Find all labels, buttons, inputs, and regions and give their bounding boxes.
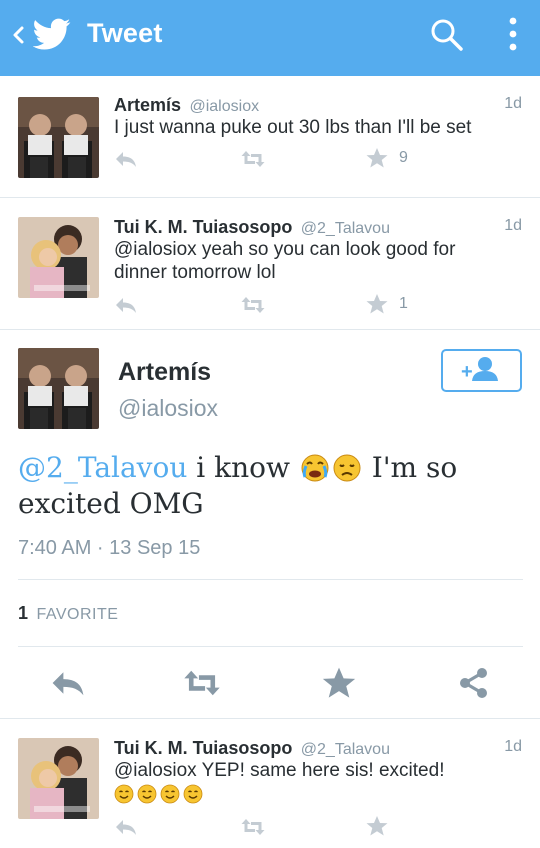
author-handle: @ialosiox (118, 395, 219, 421)
reply-icon[interactable] (113, 294, 139, 316)
tweet-text: @ialosiox YEP! same here sis! excited! (114, 759, 514, 806)
smile-emoji (160, 784, 180, 804)
back-chevron-icon[interactable] (8, 20, 30, 50)
author-handle: @ialosiox (189, 98, 260, 115)
author-handle: @2_Talavou (300, 741, 390, 758)
share-icon[interactable] (454, 666, 494, 700)
author-name: Tui K. M. Tuiasosopo (114, 217, 293, 237)
reply-icon[interactable] (113, 148, 139, 170)
search-icon[interactable] (428, 16, 466, 54)
tweet-time: 1d (504, 738, 522, 755)
favorite-icon[interactable] (364, 293, 390, 315)
add-user-icon: + (461, 357, 498, 383)
tweet-text-line: @ialosiox yeah so you can look good for (114, 239, 456, 260)
favorite-icon[interactable] (364, 147, 390, 169)
favorites-summary[interactable]: 1 FAVORITE (18, 603, 118, 624)
avatar[interactable] (18, 97, 99, 178)
emoji-row (114, 783, 514, 806)
tweet-text-line: @ialosiox YEP! same here sis! excited! (114, 760, 445, 781)
tweet-item[interactable]: Artemís @ialosiox 1d I just wanna puke o… (0, 77, 540, 197)
reply-icon[interactable] (48, 666, 88, 700)
tweet-text-fragment: excited OMG (18, 487, 204, 520)
favorites-label: FAVORITE (36, 606, 119, 623)
author-handle: @2_Talavou (300, 220, 390, 237)
tweet-time: 1d (504, 95, 522, 112)
overflow-menu-icon[interactable] (500, 14, 526, 56)
divider (0, 329, 540, 330)
divider (18, 579, 523, 580)
author-name: Artemís (114, 95, 182, 115)
tweet-text-fragment: I'm so (362, 451, 458, 484)
retweet-icon[interactable] (182, 666, 222, 700)
author-name: Artemís (118, 358, 212, 386)
retweet-icon[interactable] (240, 816, 266, 838)
smile-emoji (183, 784, 203, 804)
reply-icon[interactable] (113, 816, 139, 838)
crying-face-emoji (300, 453, 330, 483)
tweet-item[interactable]: Tui K. M. Tuiasosopo @2_Talavou 1d @ialo… (0, 719, 540, 848)
favorite-count: 1 (399, 295, 408, 312)
tweet-text: @2_Talavou i know I'm so excited OMG (18, 450, 523, 522)
favorite-icon[interactable] (364, 815, 390, 837)
svg-text:+: + (461, 361, 473, 383)
divider (18, 646, 523, 647)
tweet-time: 1d (504, 217, 522, 234)
tweet-timestamp: 7:40 AM · 13 Sep 15 (18, 537, 201, 559)
avatar[interactable] (18, 738, 99, 819)
tweet-text: I just wanna puke out 30 lbs than I'll b… (114, 117, 472, 138)
tweet-text-line: dinner tomorrow lol (114, 262, 276, 283)
app-bar: Tweet (0, 0, 540, 76)
page-title: Tweet (87, 18, 163, 48)
favorite-count: 9 (399, 149, 408, 166)
tweet-item[interactable]: Tui K. M. Tuiasosopo @2_Talavou 1d @ialo… (0, 198, 540, 329)
retweet-icon[interactable] (240, 294, 266, 316)
avatar[interactable] (18, 348, 99, 429)
mention-link[interactable]: @2_Talavou (18, 451, 187, 484)
tweet-text: @ialosiox yeah so you can look good for … (114, 238, 514, 284)
favorites-count: 1 (18, 603, 29, 623)
smile-emoji (137, 784, 157, 804)
tweet-text-fragment: i know (187, 451, 299, 484)
smile-emoji (114, 784, 134, 804)
weary-face-emoji (332, 453, 362, 483)
follow-button[interactable]: + (441, 349, 522, 392)
favorite-icon[interactable] (319, 666, 359, 700)
retweet-icon[interactable] (240, 148, 266, 170)
avatar[interactable] (18, 217, 99, 298)
author-name: Tui K. M. Tuiasosopo (114, 738, 293, 758)
twitter-bird-icon[interactable] (33, 15, 71, 53)
